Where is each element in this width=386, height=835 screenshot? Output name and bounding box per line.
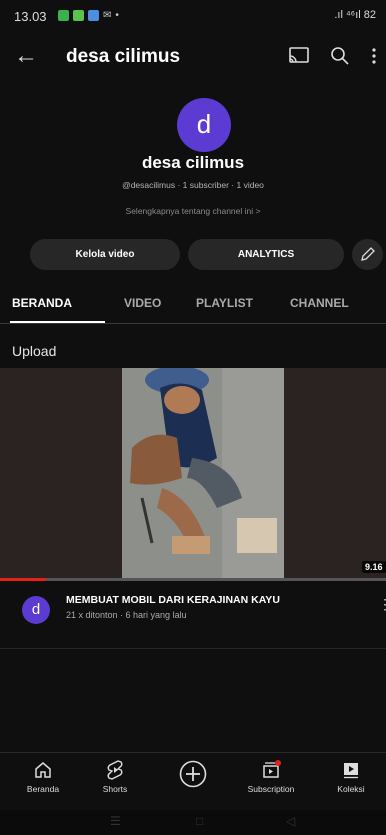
channel-avatar: d: [177, 98, 231, 152]
channel-meta: @desacilimus · 1 subscriber · 1 video: [122, 180, 264, 190]
nav-shorts[interactable]: Shorts: [80, 759, 150, 794]
nav-label: Shorts: [102, 784, 128, 794]
nav-label: Subscription: [247, 784, 295, 794]
manage-videos-button[interactable]: Kelola video: [30, 239, 180, 270]
shorts-icon: [107, 760, 123, 780]
dot-icon: •: [115, 10, 119, 21]
top-app-bar: ← desa cilimus: [0, 38, 386, 78]
home-icon: [35, 762, 51, 778]
arrow-left-icon[interactable]: ←: [14, 42, 38, 70]
video-more-icon[interactable]: ⋮: [378, 596, 386, 613]
tab-indicator: [10, 321, 105, 323]
app-notification-icon: [58, 10, 69, 21]
nav-create[interactable]: [158, 759, 228, 792]
mail-icon: ✉: [103, 10, 112, 21]
tab-video[interactable]: VIDEO: [124, 296, 161, 310]
watch-progress-bar: [0, 578, 386, 581]
video-channel-avatar[interactable]: d: [22, 596, 50, 624]
notification-icons: ✉ •: [58, 10, 119, 21]
tab-beranda[interactable]: BERANDA: [12, 296, 72, 310]
watch-progress-fill: [0, 578, 47, 581]
analytics-button[interactable]: ANALYTICS: [188, 239, 344, 270]
nav-label: Koleksi: [337, 784, 365, 794]
nav-beranda[interactable]: Beranda: [8, 759, 78, 794]
tab-playlist[interactable]: PLAYLIST: [196, 296, 253, 310]
pencil-icon: [361, 247, 375, 261]
channel-tabs: BERANDA VIDEO PLAYLIST CHANNEL: [0, 288, 386, 324]
video-duration: 9.16: [362, 561, 386, 573]
edit-button[interactable]: [352, 239, 383, 270]
divider: [0, 648, 386, 649]
section-title: Upload: [12, 343, 57, 359]
video-meta: 21 x ditonton · 6 hari yang lalu: [66, 610, 187, 620]
system-navigation-bar: ☰ □ ◁: [0, 810, 386, 835]
channel-more-link[interactable]: Selengkapnya tentang channel ini >: [0, 206, 386, 216]
more-vert-icon[interactable]: [370, 46, 378, 66]
library-icon: [344, 763, 358, 779]
home-square-icon[interactable]: □: [196, 814, 203, 828]
thumbnail-image: [122, 368, 284, 578]
video-title[interactable]: MEMBUAT MOBIL DARI KERAJINAN KAYU: [66, 594, 280, 606]
signal-battery: .ıl ⁴⁶ıl 82: [334, 9, 376, 21]
status-time: 13.03: [14, 9, 47, 24]
add-circle-icon: [179, 760, 207, 788]
search-icon[interactable]: [330, 46, 350, 66]
thumbnail-picture: [122, 368, 284, 578]
recents-icon[interactable]: ☰: [110, 814, 121, 828]
nav-label: Beranda: [26, 784, 60, 794]
page-title: desa cilimus: [66, 46, 181, 67]
subscriptions-icon: [263, 760, 281, 778]
app-notification-icon: [88, 10, 99, 21]
nav-koleksi[interactable]: Koleksi: [316, 759, 386, 794]
video-thumbnail[interactable]: [0, 368, 386, 578]
nav-subscription[interactable]: Subscription: [236, 759, 306, 794]
back-triangle-icon[interactable]: ◁: [286, 814, 295, 828]
tab-channel[interactable]: CHANNEL: [290, 296, 349, 310]
cast-icon[interactable]: [288, 46, 310, 66]
bottom-navigation: Beranda Shorts Subscription Koleksi: [0, 752, 386, 808]
status-bar: 13.03 ✉ • .ıl ⁴⁶ıl 82: [0, 0, 386, 34]
channel-name: desa cilimus: [141, 153, 245, 172]
app-notification-icon: [73, 10, 84, 21]
